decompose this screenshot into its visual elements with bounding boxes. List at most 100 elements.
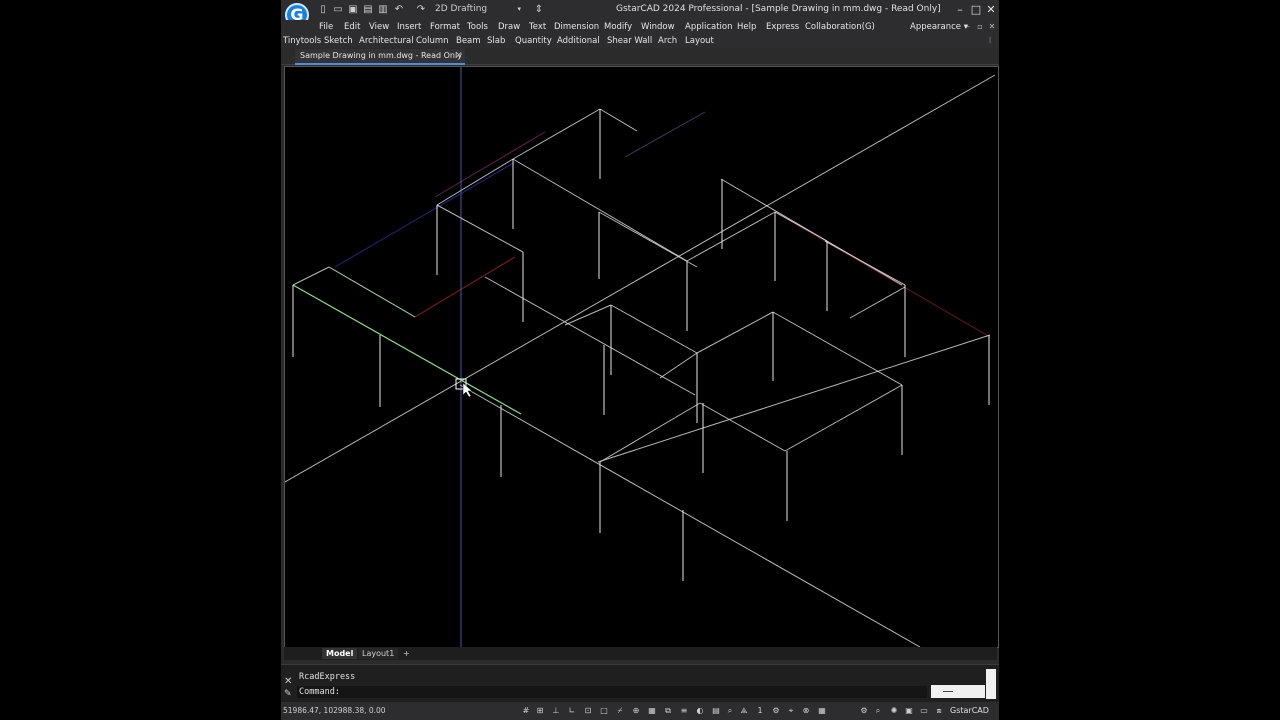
add-layout-button[interactable]: +	[399, 648, 414, 659]
infer-icon[interactable]: ⊥	[551, 706, 561, 716]
menu-text[interactable]: Text	[529, 20, 546, 34]
layout-icon[interactable]: ▭	[919, 706, 929, 716]
menu-dimension[interactable]: Dimension	[554, 20, 599, 34]
menu-bar: File Edit View Insert Format Tools Draw …	[281, 20, 999, 34]
undo-icon[interactable]: ↶	[393, 3, 405, 16]
menu-slab[interactable]: Slab	[487, 34, 505, 48]
status-bar: 51986.47, 102988.38, 0.00 # ⊞ ⊥ ∟ ⊡ □ ⌿ …	[281, 702, 999, 720]
ortho-icon[interactable]: ∟	[567, 706, 577, 716]
osnap-icon[interactable]: □	[599, 706, 609, 716]
beam-line	[599, 108, 638, 132]
menu-modify[interactable]: Modify	[604, 20, 632, 34]
menu-arch[interactable]: Arch	[658, 34, 677, 48]
menu-column[interactable]: Column	[416, 34, 449, 48]
fullscreen-icon[interactable]: ⧈	[934, 706, 944, 716]
beam-line	[774, 211, 828, 242]
command-history: RcadExpress	[299, 672, 356, 682]
close-icon[interactable]: ✕	[984, 2, 998, 17]
menu-tinytools[interactable]: Tinytools	[283, 34, 321, 48]
menu-file[interactable]: File	[319, 20, 333, 34]
dynamic-ucs-icon[interactable]: ⊕	[631, 706, 641, 716]
customize-toolbar-icon[interactable]: ⇕	[533, 3, 545, 16]
annotation-icon[interactable]: ▤	[711, 706, 721, 716]
doc-close-icon[interactable]: ✕	[987, 21, 997, 33]
bulb-icon[interactable]: ✺	[889, 706, 899, 716]
doc-minimize-icon[interactable]: –	[963, 21, 973, 33]
redo-icon[interactable]: ↷	[415, 3, 427, 16]
new-file-icon[interactable]: ▯	[317, 3, 329, 16]
otrack-icon[interactable]: ⌿	[615, 706, 625, 716]
appearance-menu[interactable]: Appearance ▾	[910, 20, 968, 34]
save-icon[interactable]: ▣	[347, 3, 359, 16]
workspace-icon[interactable]: ⚙	[771, 706, 781, 716]
menu-additional[interactable]: Additional	[557, 34, 600, 48]
menu-architectural[interactable]: Architectural	[359, 34, 414, 48]
tool-menu-bar: Tinytools Sketch Architectural Column Be…	[281, 34, 999, 48]
maximize-icon[interactable]: □	[969, 2, 983, 17]
menu-collaboration[interactable]: Collaboration(G)	[805, 20, 875, 34]
toolbar-grip-icon[interactable]: ⁝	[985, 35, 995, 47]
menu-application[interactable]: Application	[685, 20, 733, 34]
workspace-label: 2D Drafting	[435, 4, 488, 14]
menu-sketch[interactable]: Sketch	[324, 34, 353, 48]
beam-line	[597, 334, 991, 463]
command-input[interactable]	[343, 686, 923, 698]
menu-edit[interactable]: Edit	[344, 20, 360, 34]
doc-restore-icon[interactable]: ▫	[975, 21, 985, 33]
selected-beam-edge[interactable]	[328, 266, 416, 318]
menu-help[interactable]: Help	[737, 20, 756, 34]
menu-layout[interactable]: Layout	[685, 34, 714, 48]
beam-line	[459, 384, 921, 647]
grid-icon[interactable]: #	[521, 706, 531, 716]
save-as-icon[interactable]: ▤	[362, 3, 374, 16]
scale-icon[interactable]: 1	[755, 706, 765, 716]
menu-quantity[interactable]: Quantity	[515, 34, 552, 48]
selected-beam-edge[interactable]	[292, 284, 522, 415]
beam-line	[699, 402, 786, 452]
display-icon[interactable]: ▣	[904, 706, 914, 716]
calculator-icon[interactable]: ▦	[817, 706, 827, 716]
menu-insert[interactable]: Insert	[397, 20, 421, 34]
menu-draw[interactable]: Draw	[498, 20, 520, 34]
command-panel-toggle[interactable]	[931, 685, 985, 698]
workspace-dropdown[interactable]: 2D Drafting ▾	[435, 3, 523, 16]
polar-icon[interactable]: ⊡	[583, 706, 593, 716]
drawing-canvas[interactable]	[285, 67, 998, 647]
pencil-icon[interactable]: ✎	[284, 689, 292, 699]
close-tab-icon[interactable]: ✕	[455, 49, 463, 63]
document-tab-label: Sample Drawing in mm.dwg - Read Only	[300, 51, 462, 60]
print-icon[interactable]: ▥	[377, 3, 389, 16]
menu-window[interactable]: Window	[641, 20, 675, 34]
annotation-scale-icon[interactable]: ⟁	[739, 706, 749, 716]
zoom-icon[interactable]: ⌕	[725, 706, 735, 716]
document-tab-bar: Sample Drawing in mm.dwg - Read Only ✕	[281, 48, 999, 65]
open-folder-icon[interactable]: ▭	[332, 3, 344, 16]
menu-express[interactable]: Express	[766, 20, 799, 34]
product-name: GstarCAD	[950, 706, 989, 715]
beam-line	[824, 240, 906, 286]
appearance-label: Appearance	[910, 22, 962, 32]
snap-icon[interactable]: ⊞	[535, 706, 545, 716]
ucs-icon[interactable]: ⊗	[801, 706, 811, 716]
gear-icon[interactable]: ⚙	[859, 706, 869, 716]
tab-layout1[interactable]: Layout1	[358, 648, 399, 659]
beam-line	[436, 204, 524, 253]
menu-format[interactable]: Format	[430, 20, 460, 34]
close-icon[interactable]: ✕	[284, 676, 292, 687]
lineweight-icon[interactable]: ≡	[679, 706, 689, 716]
menu-view[interactable]: View	[369, 20, 389, 34]
selection-cycling-icon[interactable]: ⧉	[663, 706, 673, 716]
command-scrollbar[interactable]	[986, 669, 996, 699]
menu-beam[interactable]: Beam	[456, 34, 481, 48]
menu-tools[interactable]: Tools	[467, 20, 488, 34]
tab-model[interactable]: Model	[322, 648, 358, 659]
dynamic-input-icon[interactable]: ▦	[647, 706, 657, 716]
search-icon[interactable]: ⌕	[873, 706, 883, 716]
transparency-icon[interactable]: ◐	[695, 706, 705, 716]
minimize-icon[interactable]: –	[953, 2, 967, 17]
unit-icon[interactable]: ⌖	[786, 706, 796, 716]
beam-line	[696, 311, 774, 354]
menu-shear-wall[interactable]: Shear Wall	[607, 34, 652, 48]
drawing-viewport[interactable]	[284, 66, 999, 648]
document-tab[interactable]: Sample Drawing in mm.dwg - Read Only ✕	[295, 49, 465, 65]
